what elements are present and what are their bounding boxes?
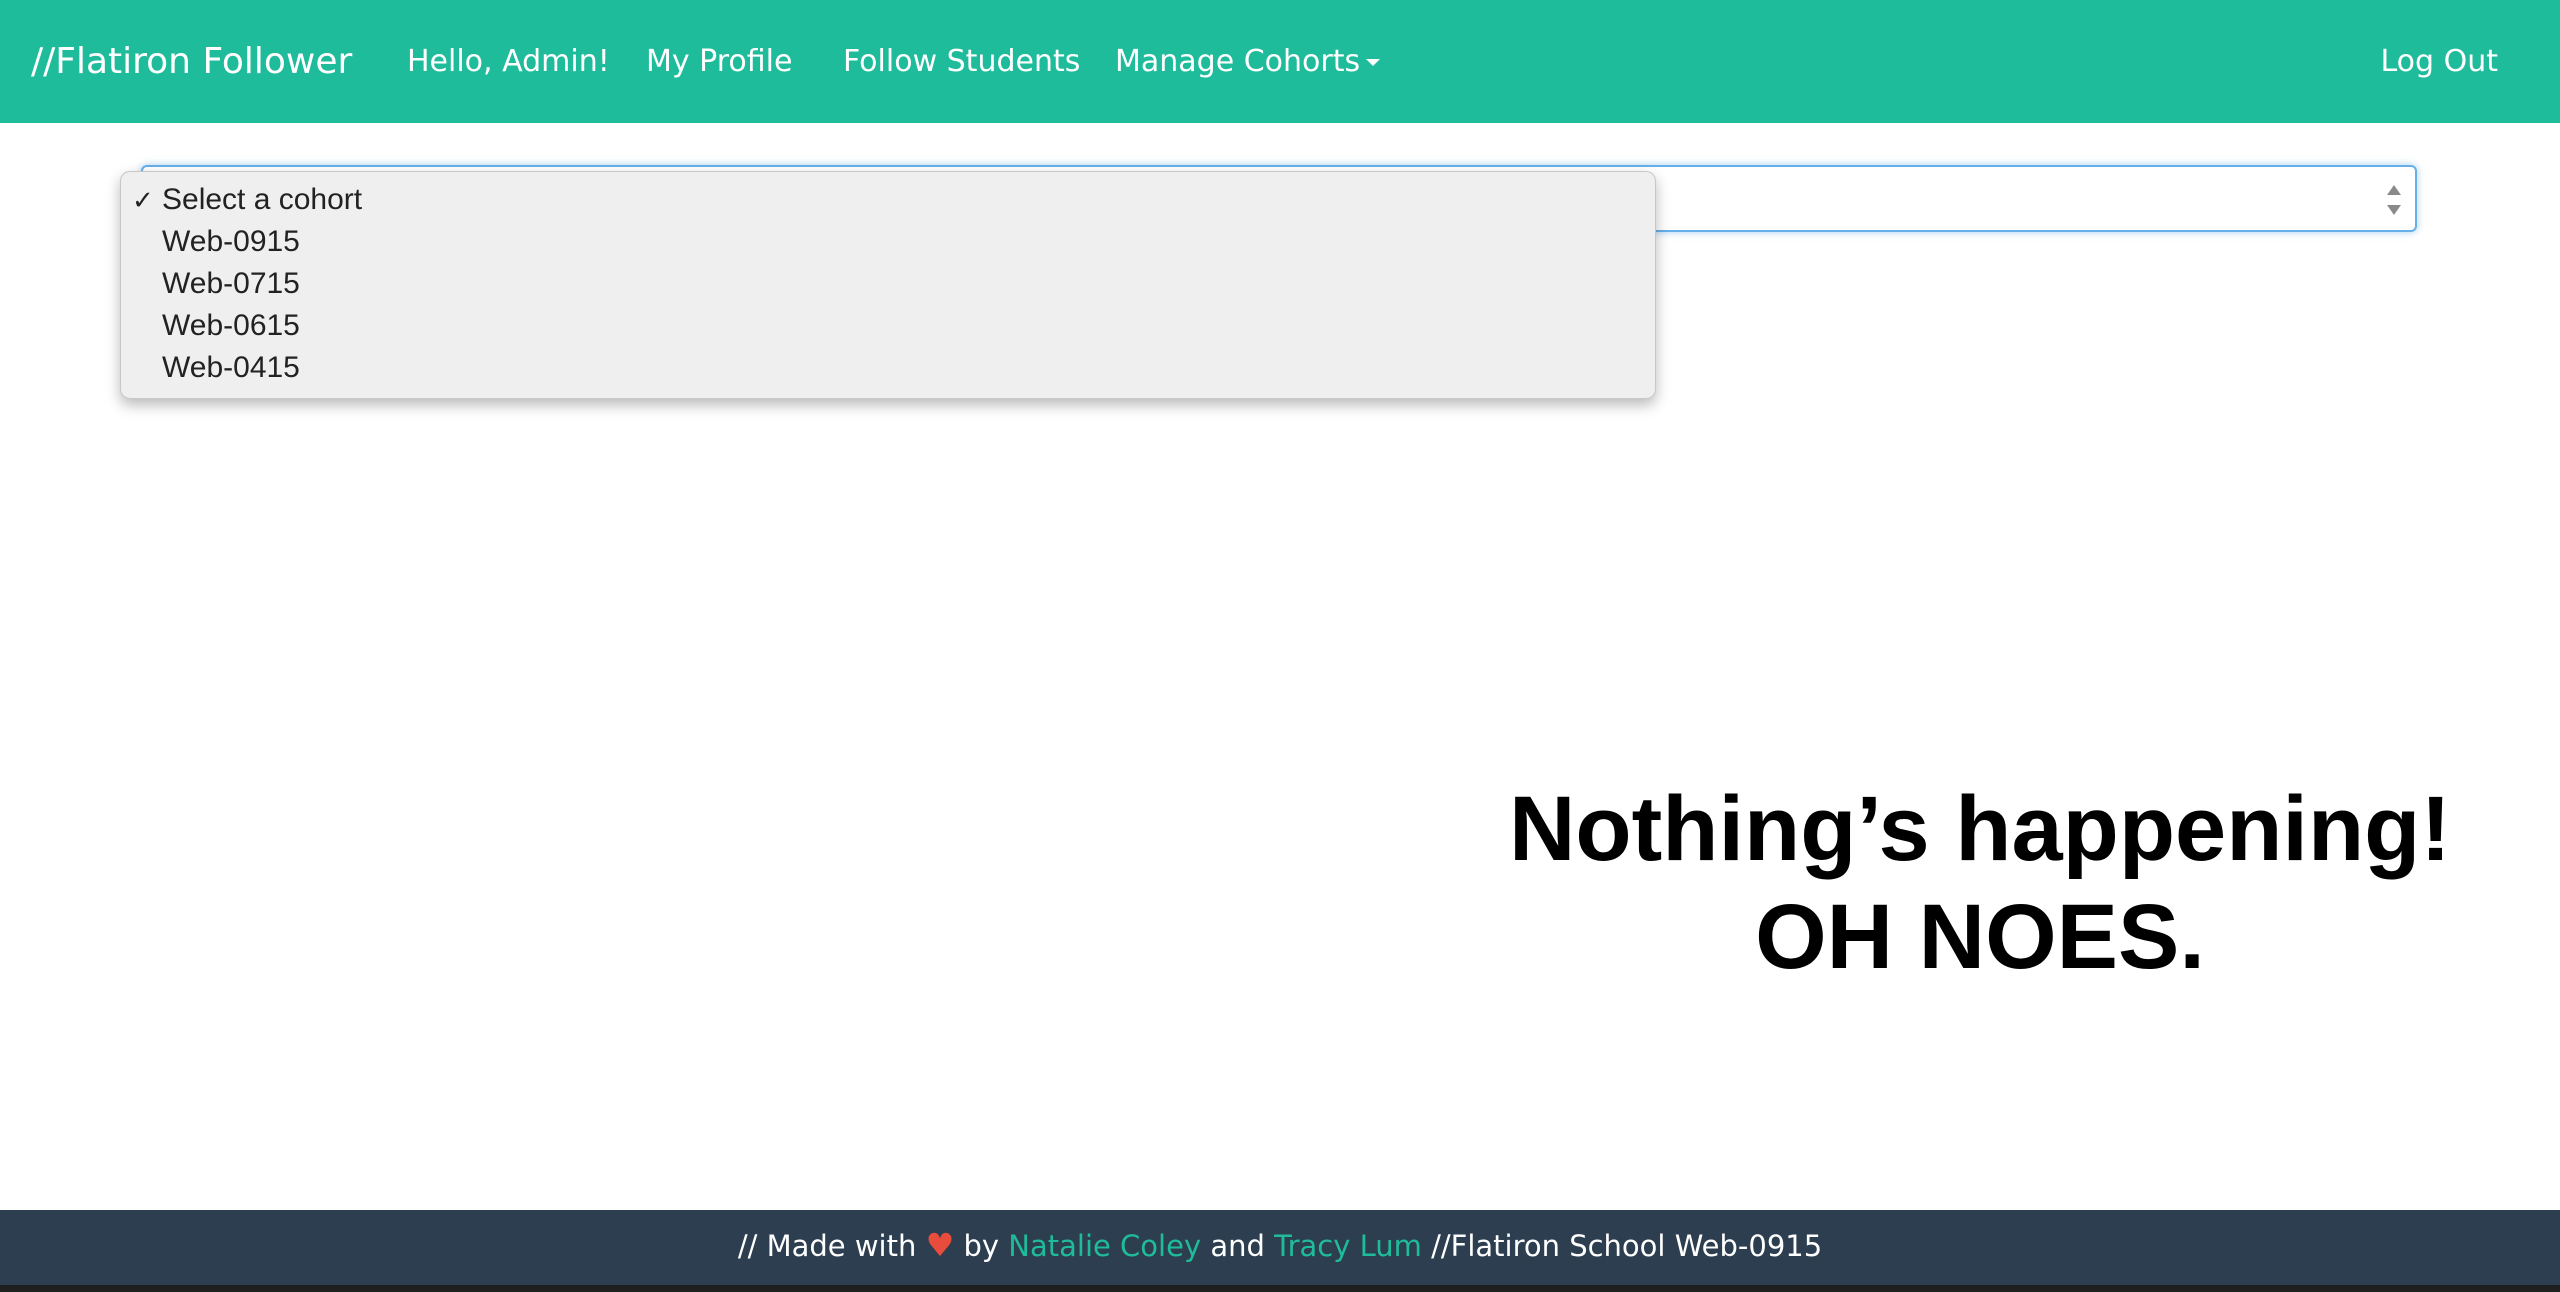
footer: // Made with ♥ by Natalie Coley and Trac… (0, 1210, 2560, 1292)
option-web-0615[interactable]: Web-0615 (121, 305, 1655, 347)
empty-state-line-1: Nothing’s happening! (1508, 778, 2451, 880)
footer-by: by (963, 1229, 1000, 1263)
empty-state-message: Nothing’s happening! OH NOES. (1460, 775, 2500, 991)
empty-state-line-2: OH NOES. (1755, 886, 2205, 988)
footer-prefix: // Made with (737, 1229, 917, 1263)
option-label: Web-0715 (162, 267, 300, 300)
manage-cohorts-dropdown[interactable]: Manage Cohorts (1115, 0, 1381, 123)
select-arrows-icon (2387, 185, 2401, 215)
footer-credits: // Made with ♥ by Natalie Coley and Trac… (0, 1210, 2560, 1280)
cohort-options-menu: ✓ Select a cohort Web-0915 Web-0715 Web-… (120, 171, 1656, 399)
follow-students-link[interactable]: Follow Students (843, 0, 1080, 123)
heart-icon: ♥ (925, 1226, 955, 1264)
my-profile-link[interactable]: My Profile (646, 0, 792, 123)
option-label: Select a cohort (162, 183, 363, 216)
footer-suffix: //Flatiron School Web-0915 (1431, 1229, 1823, 1263)
footer-and: and (1210, 1229, 1265, 1263)
caret-down-icon (1366, 59, 1381, 66)
greeting-link[interactable]: Hello, Admin! (407, 0, 610, 123)
option-web-0715[interactable]: Web-0715 (121, 263, 1655, 305)
author-natalie-coley-link[interactable]: Natalie Coley (1008, 1229, 1201, 1263)
option-label: Web-0915 (162, 225, 300, 258)
manage-cohorts-label: Manage Cohorts (1115, 44, 1361, 79)
navbar: //Flatiron Follower Hello, Admin! My Pro… (0, 0, 2560, 123)
option-label: Web-0415 (162, 351, 300, 384)
author-tracy-lum-link[interactable]: Tracy Lum (1274, 1229, 1422, 1263)
option-web-0915[interactable]: Web-0915 (121, 221, 1655, 263)
option-web-0415[interactable]: Web-0415 (121, 347, 1655, 389)
log-out-link[interactable]: Log Out (2380, 0, 2498, 123)
checkmark-icon: ✓ (132, 185, 154, 215)
brand-link[interactable]: //Flatiron Follower (31, 0, 352, 123)
option-label: Web-0615 (162, 309, 300, 342)
window-bottom-edge (0, 1285, 2560, 1292)
option-select-a-cohort[interactable]: ✓ Select a cohort (121, 179, 1655, 221)
